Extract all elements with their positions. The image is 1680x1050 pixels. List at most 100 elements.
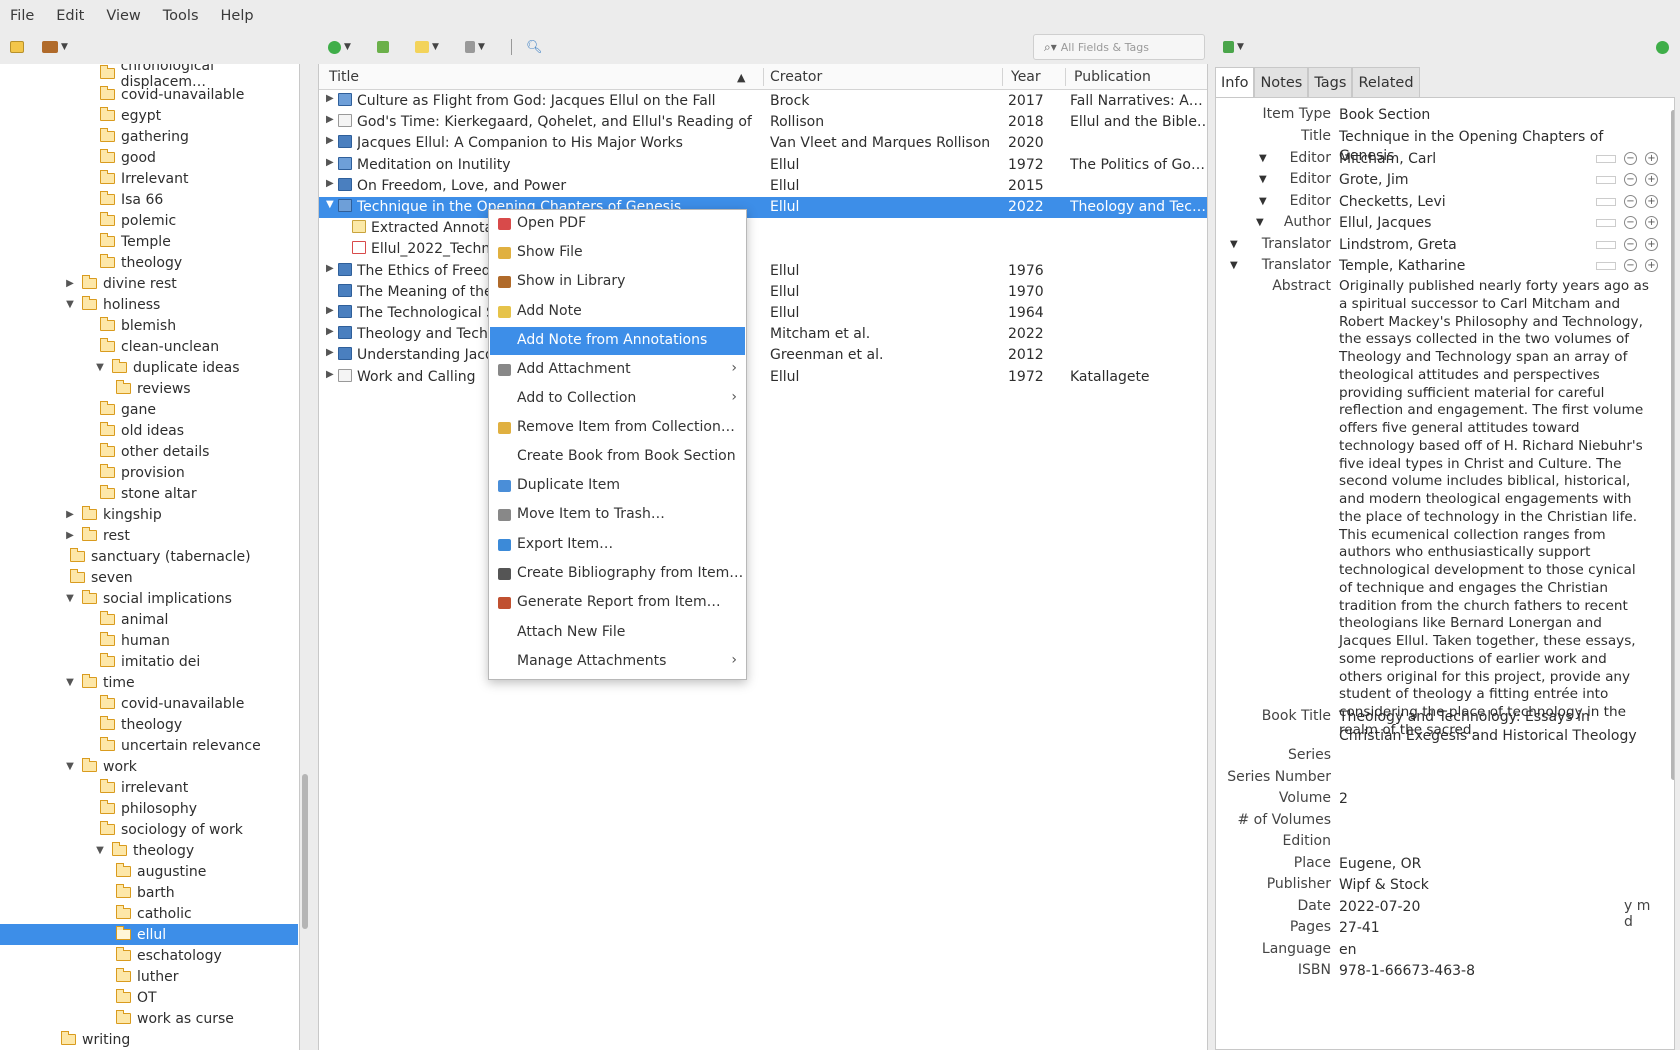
remove-creator-icon[interactable]: − xyxy=(1624,216,1637,229)
collection-item[interactable]: ▼ theology xyxy=(0,840,298,861)
column-publication[interactable]: Publication xyxy=(1074,69,1151,85)
switch-field-mode-icon[interactable] xyxy=(1596,154,1616,163)
collection-item[interactable]: catholic xyxy=(0,903,298,924)
item-row[interactable]: Extracted Annotat xyxy=(319,218,1207,239)
collection-item[interactable]: Irrelevant xyxy=(0,168,298,189)
item-row[interactable]: ▶ Meditation on Inutility Ellul 1972 The Pol… xyxy=(319,155,1207,176)
item-row[interactable]: ▶ God's Time: Kierkegaard, Qohelet, and E… xyxy=(319,112,1207,133)
expand-icon[interactable]: ▶ xyxy=(326,178,334,189)
menu-item-move-item-to-trash[interactable]: Move Item to Trash… xyxy=(490,501,745,529)
switch-field-mode-icon[interactable] xyxy=(1596,218,1616,227)
locate-button[interactable]: ▼ xyxy=(1223,37,1244,57)
collection-item[interactable]: ellul xyxy=(0,924,298,945)
collection-item[interactable]: chronological displacem… xyxy=(0,64,298,90)
date-value[interactable]: 2022-07-20 xyxy=(1339,898,1651,917)
collection-item[interactable]: gane xyxy=(0,399,298,420)
collection-item[interactable]: egypt xyxy=(0,105,298,126)
expand-icon[interactable]: ▶ xyxy=(64,530,76,541)
add-creator-icon[interactable]: + xyxy=(1645,173,1658,186)
collection-item[interactable]: reviews xyxy=(0,378,298,399)
collection-item[interactable]: writing xyxy=(0,1029,298,1050)
info-scrollbar[interactable] xyxy=(1671,110,1674,780)
menu-tools[interactable]: Tools xyxy=(163,8,199,24)
collection-item[interactable]: philosophy xyxy=(0,798,298,819)
expand-icon[interactable]: ▶ xyxy=(326,157,334,168)
collapse-icon[interactable]: ▼ xyxy=(64,299,76,310)
column-divider[interactable] xyxy=(1002,68,1003,86)
new-note-button[interactable]: ▼ xyxy=(415,37,439,57)
collection-item[interactable]: ▼ time xyxy=(0,672,298,693)
collection-item[interactable]: uncertain relevance xyxy=(0,735,298,756)
creator-type-dropdown-icon[interactable]: ▼ xyxy=(1259,174,1267,185)
pages-value[interactable]: 27-41 xyxy=(1339,919,1651,938)
collection-item[interactable]: sanctuary (tabernacle) xyxy=(0,546,298,567)
volume-value[interactable]: 2 xyxy=(1339,790,1651,809)
collection-item[interactable]: polemic xyxy=(0,210,298,231)
remove-creator-icon[interactable]: − xyxy=(1624,152,1637,165)
menu-item-add-note[interactable]: Add Note xyxy=(490,298,745,326)
switch-field-mode-icon[interactable] xyxy=(1596,240,1616,249)
collection-item[interactable]: stone altar xyxy=(0,483,298,504)
creator-role[interactable]: Author xyxy=(1284,214,1331,230)
collection-item[interactable]: ▶ kingship xyxy=(0,504,298,525)
collection-item[interactable]: eschatology xyxy=(0,945,298,966)
menu-item-export-item[interactable]: Export Item… xyxy=(490,531,745,559)
collection-item[interactable]: clean-unclean xyxy=(0,336,298,357)
menu-file[interactable]: File xyxy=(10,8,34,24)
remove-creator-icon[interactable]: − xyxy=(1624,259,1637,272)
expand-icon[interactable]: ▶ xyxy=(326,263,334,274)
creator-type-dropdown-icon[interactable]: ▼ xyxy=(1256,217,1264,228)
menu-item-manage-attachments[interactable]: Manage Attachments › xyxy=(490,648,745,676)
menu-edit[interactable]: Edit xyxy=(56,8,84,24)
item-type-value[interactable]: Book Section xyxy=(1339,106,1651,125)
search-input[interactable]: ⌕▾ All Fields & Tags xyxy=(1033,34,1205,60)
collapse-icon[interactable]: ▼ xyxy=(64,761,76,772)
item-row[interactable]: ▶ Theology and Techn Mitcham et al. 2022 xyxy=(319,324,1207,345)
menu-item-generate-report-from-item[interactable]: Generate Report from Item… xyxy=(490,589,745,617)
collection-item[interactable]: covid-unavailable xyxy=(0,693,298,714)
item-row[interactable]: ▶ Jacques Ellul: A Companion to His Major… xyxy=(319,133,1207,154)
collection-item[interactable]: ▼ holiness xyxy=(0,294,298,315)
menu-help[interactable]: Help xyxy=(221,8,254,24)
advanced-search-button[interactable]: 🔍︎ xyxy=(526,37,543,57)
collection-item[interactable]: covid-unavailable xyxy=(0,84,298,105)
language-value[interactable]: en xyxy=(1339,941,1651,960)
remove-creator-icon[interactable]: − xyxy=(1624,238,1637,251)
item-row[interactable]: ▼ Technique in the Opening Chapters of Ge… xyxy=(319,197,1207,218)
collection-item[interactable]: imitatio dei xyxy=(0,651,298,672)
collection-item[interactable]: ▼ social implications xyxy=(0,588,298,609)
collection-item[interactable]: ▶ rest xyxy=(0,525,298,546)
menu-item-add-attachment[interactable]: Add Attachment › xyxy=(490,356,745,384)
collection-item[interactable]: ▶ divine rest xyxy=(0,273,298,294)
expand-icon[interactable]: ▶ xyxy=(326,347,334,358)
menu-item-duplicate-item[interactable]: Duplicate Item xyxy=(490,472,745,500)
expand-icon[interactable]: ▶ xyxy=(326,305,334,316)
place-value[interactable]: Eugene, OR xyxy=(1339,855,1651,874)
collection-item[interactable]: theology xyxy=(0,714,298,735)
item-row[interactable]: ▶ Culture as Flight from God: Jacques Ell… xyxy=(319,91,1207,112)
add-creator-icon[interactable]: + xyxy=(1645,216,1658,229)
menu-item-show-in-library[interactable]: Show in Library xyxy=(490,268,745,296)
collection-item[interactable]: ▼ work xyxy=(0,756,298,777)
menu-item-show-file[interactable]: Show File xyxy=(490,239,745,267)
collection-item[interactable]: animal xyxy=(0,609,298,630)
column-year[interactable]: Year xyxy=(1011,69,1041,85)
isbn-value[interactable]: 978-1-66673-463-8 xyxy=(1339,962,1651,981)
menu-item-add-to-collection[interactable]: Add to Collection › xyxy=(490,385,745,413)
collection-item[interactable]: luther xyxy=(0,966,298,987)
remove-creator-icon[interactable]: − xyxy=(1624,195,1637,208)
add-creator-icon[interactable]: + xyxy=(1645,195,1658,208)
add-creator-icon[interactable]: + xyxy=(1645,152,1658,165)
collection-item[interactable]: human xyxy=(0,630,298,651)
collapse-icon[interactable]: ▼ xyxy=(326,199,334,210)
collection-item[interactable]: irrelevant xyxy=(0,777,298,798)
collection-item[interactable]: work as curse xyxy=(0,1008,298,1029)
add-creator-icon[interactable]: + xyxy=(1645,238,1658,251)
creator-role[interactable]: Editor xyxy=(1290,171,1331,187)
switch-field-mode-icon[interactable] xyxy=(1596,175,1616,184)
menu-item-open-pdf[interactable]: Open PDF xyxy=(490,210,745,238)
creator-role[interactable]: Translator xyxy=(1262,236,1331,252)
item-row[interactable]: Ellul_2022_Techni xyxy=(319,239,1207,260)
switch-field-mode-icon[interactable] xyxy=(1596,261,1616,270)
creator-role[interactable]: Editor xyxy=(1290,150,1331,166)
